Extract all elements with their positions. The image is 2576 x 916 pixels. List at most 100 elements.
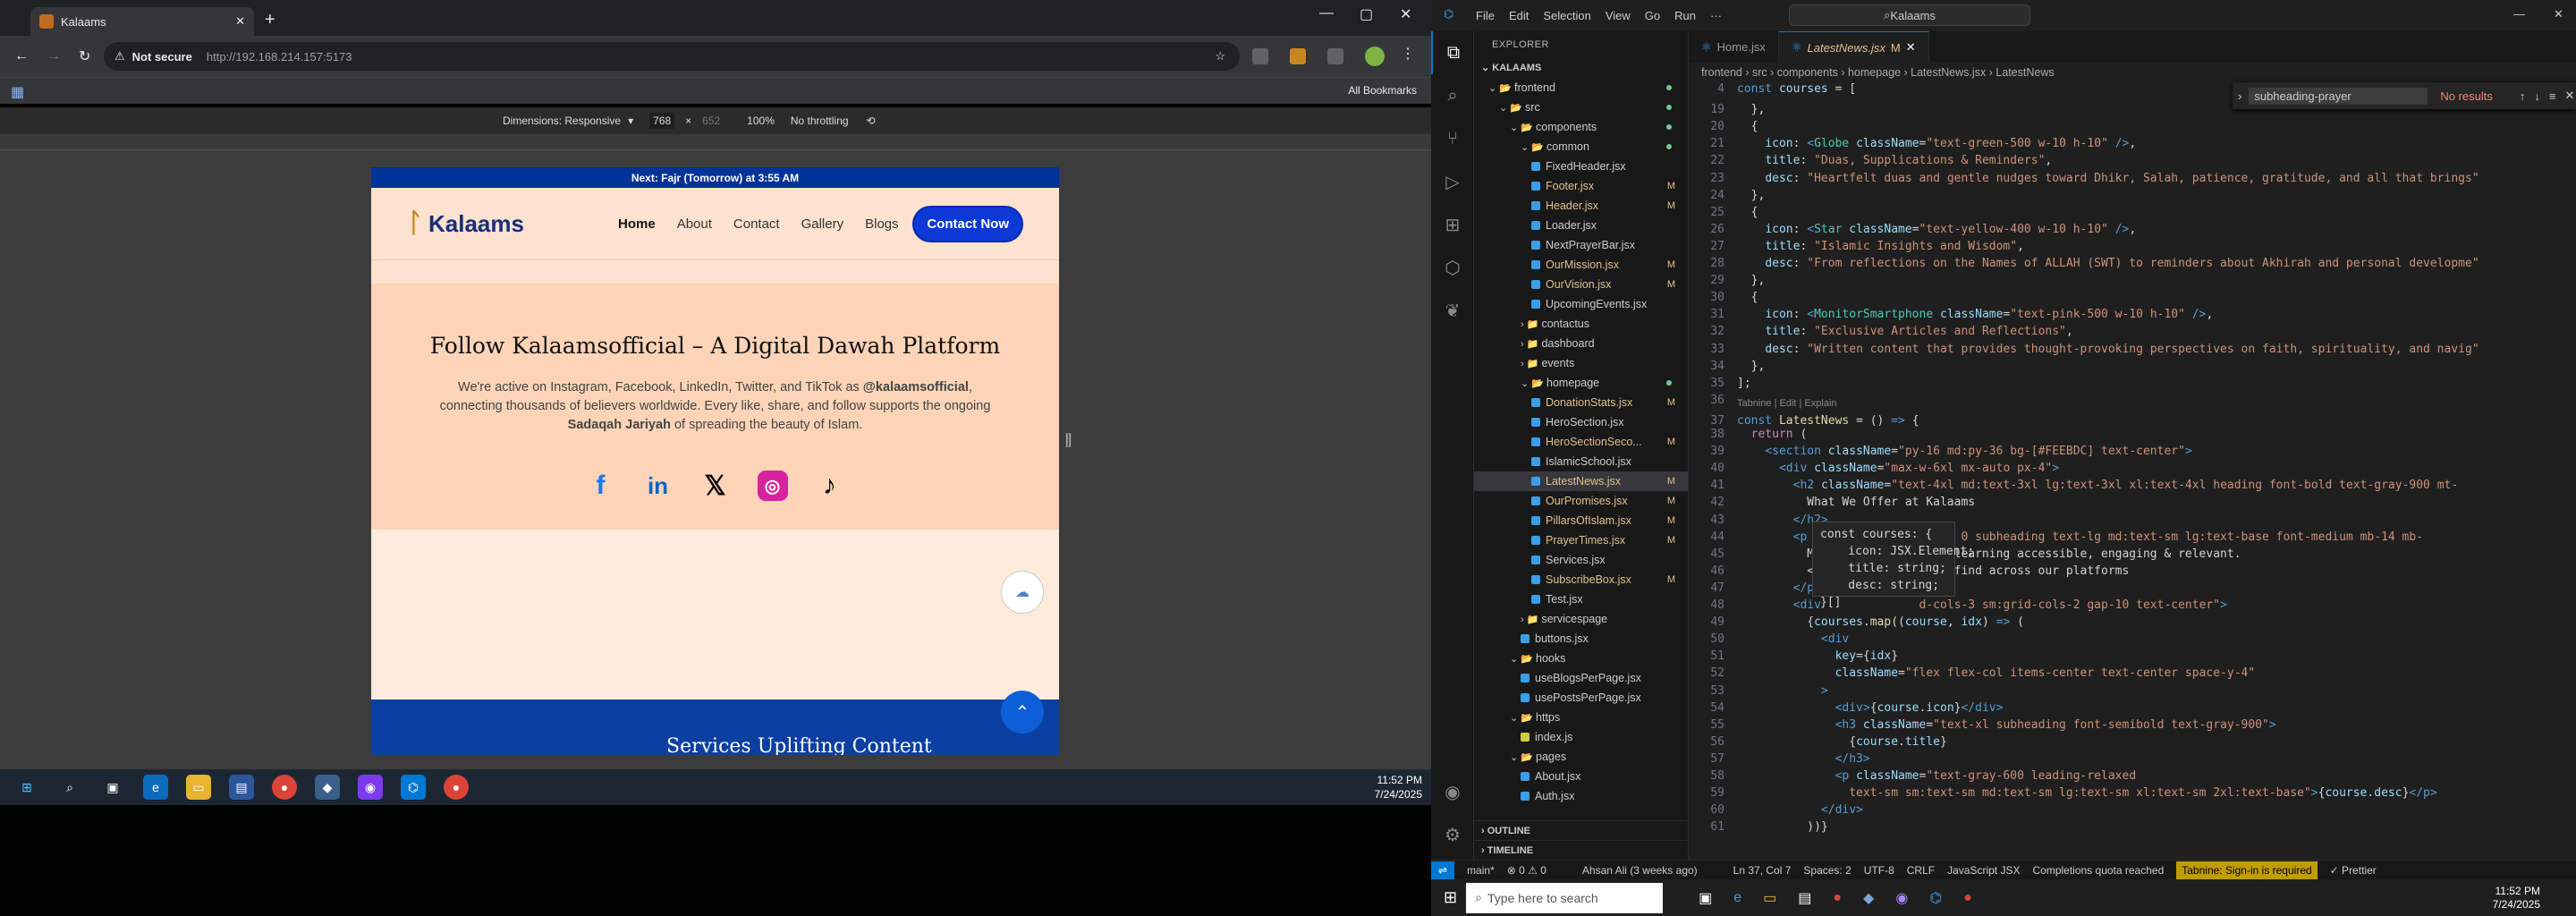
indentation[interactable]: Spaces: 2: [1803, 864, 1851, 877]
tree-item[interactable]: Footer.jsx M: [1474, 176, 1688, 196]
tree-item[interactable]: › 📁 contactus: [1474, 314, 1688, 334]
windows-start-icon[interactable]: ⊞: [14, 775, 39, 800]
menu-view[interactable]: View: [1606, 9, 1631, 22]
tree-item[interactable]: Header.jsx M: [1474, 196, 1688, 216]
tree-item[interactable]: SubscribeBox.jsx M: [1474, 570, 1688, 589]
tree-item[interactable]: Services.jsx: [1474, 550, 1688, 570]
expand-icon[interactable]: ›: [2238, 89, 2241, 103]
run-debug-icon[interactable]: ▷: [1431, 160, 1474, 203]
tree-item[interactable]: useBlogsPerPage.jsx: [1474, 668, 1688, 688]
close-tab-icon[interactable]: ✕: [235, 14, 245, 29]
linkedin-icon[interactable]: in: [643, 471, 674, 501]
task-view-icon[interactable]: ▣: [1699, 889, 1712, 907]
app-icon[interactable]: ◆: [1863, 889, 1874, 907]
tree-item[interactable]: ⌄ 📂 https: [1474, 708, 1688, 727]
breadcrumb[interactable]: frontend › src › components › homepage ›…: [1689, 63, 2576, 82]
close-tab-icon[interactable]: ✕: [1906, 40, 1916, 55]
outline-section[interactable]: › OUTLINE: [1474, 820, 1689, 840]
forward-icon[interactable]: →: [47, 48, 61, 64]
prettier-status[interactable]: ✓ Prettier: [2330, 864, 2377, 877]
extension-icon[interactable]: [1290, 48, 1306, 64]
eol[interactable]: CRLF: [1907, 864, 1935, 877]
nav-blogs[interactable]: Blogs: [865, 216, 899, 232]
minimize-icon[interactable]: —: [2513, 7, 2525, 21]
tree-item[interactable]: ⌄ 📂 pages: [1474, 747, 1688, 767]
tree-item[interactable]: OurVision.jsx M: [1474, 275, 1688, 294]
tree-item[interactable]: FixedHeader.jsx: [1474, 157, 1688, 176]
tree-item[interactable]: Auth.jsx: [1474, 786, 1688, 806]
taskbar-search[interactable]: ⌕ Type here to search: [1466, 882, 1664, 913]
remote-indicator-icon[interactable]: ⇌: [1431, 861, 1455, 879]
menu-run[interactable]: Run: [1674, 9, 1696, 22]
avatar[interactable]: [1365, 47, 1385, 66]
reload-icon[interactable]: ↻: [79, 47, 90, 65]
windows-start-icon[interactable]: ⊞: [1444, 888, 1457, 907]
tree-item[interactable]: DonationStats.jsx M: [1474, 393, 1688, 412]
extensions-icon[interactable]: ⊞: [1431, 203, 1474, 246]
tree-item[interactable]: ⌄ 📂 common: [1474, 137, 1688, 157]
problems-indicator[interactable]: ⊗ 0 ⚠ 0: [1507, 864, 1546, 877]
nav-gallery[interactable]: Gallery: [801, 216, 844, 232]
width-input[interactable]: 768: [649, 113, 675, 129]
store-icon[interactable]: ▤: [1798, 889, 1811, 907]
tree-item[interactable]: › 📁 dashboard: [1474, 334, 1688, 353]
tree-item[interactable]: buttons.jsx: [1474, 629, 1688, 649]
all-bookmarks[interactable]: All Bookmarks: [1348, 84, 1417, 97]
encoding[interactable]: UTF-8: [1864, 864, 1894, 877]
clock[interactable]: 11:52 PM 7/24/2025: [1375, 773, 1422, 802]
language-mode[interactable]: JavaScript JSX: [1947, 864, 2020, 877]
site-logo[interactable]: ᛚ Kalaams: [407, 208, 524, 239]
back-icon[interactable]: ←: [14, 48, 29, 64]
find-input[interactable]: subheading-prayer: [2249, 87, 2428, 105]
close-window-icon[interactable]: ✕: [1400, 5, 1411, 23]
chrome-icon[interactable]: ●: [272, 775, 297, 800]
git-blame[interactable]: Ahsan Ali (3 weeks ago): [1582, 864, 1698, 877]
extension-icon[interactable]: [1252, 48, 1268, 64]
store-icon[interactable]: ▤: [229, 775, 254, 800]
nav-home[interactable]: Home: [618, 216, 656, 232]
completions-quota[interactable]: Completions quota reached: [2032, 864, 2164, 877]
app-icon[interactable]: ◉: [1895, 889, 1908, 907]
tab-home[interactable]: ⚛ Home.jsx: [1689, 31, 1779, 63]
vscode-icon[interactable]: ⌬: [401, 775, 426, 800]
file-explorer-icon[interactable]: ▭: [1763, 889, 1776, 907]
app-icon[interactable]: ◉: [358, 775, 383, 800]
instagram-icon[interactable]: ◎: [757, 471, 788, 501]
gear-icon[interactable]: ⚙: [1431, 813, 1474, 856]
tree-item[interactable]: › 📁 servicespage: [1474, 609, 1688, 629]
chrome-icon[interactable]: ●: [1833, 890, 1842, 906]
tree-item[interactable]: ⌄ 📂 frontend: [1474, 78, 1688, 98]
clock[interactable]: 11:52 PM 7/24/2025: [2493, 885, 2540, 912]
throttle-select[interactable]: No throttling: [791, 114, 849, 127]
puzzle-icon[interactable]: [1327, 48, 1343, 64]
back-to-top-icon[interactable]: ⌃: [1001, 691, 1044, 734]
source-control-icon[interactable]: ⑂: [1431, 117, 1474, 160]
tab-latestnews[interactable]: ⚛ LatestNews.jsx M ✕: [1778, 31, 1929, 63]
cursor-position[interactable]: Ln 37, Col 7: [1733, 864, 1792, 877]
minimize-icon[interactable]: —: [1319, 5, 1334, 21]
app-icon[interactable]: ◆: [315, 775, 340, 800]
menu-file[interactable]: File: [1476, 9, 1495, 22]
bookmark-star-icon[interactable]: ☆: [1215, 49, 1225, 64]
account-icon[interactable]: ◉: [1431, 770, 1474, 813]
maximize-icon[interactable]: ▢: [1360, 5, 1373, 23]
tree-item[interactable]: Test.jsx: [1474, 589, 1688, 609]
height-input[interactable]: 652: [702, 114, 720, 127]
code-editor[interactable]: 4 const courses = [19 }, 20 {21 icon: <Glo…: [1689, 82, 2576, 861]
tree-item[interactable]: › 📁 events: [1474, 353, 1688, 373]
browser-tab[interactable]: Kalaams ✕: [30, 7, 254, 36]
tree-item[interactable]: ⌄ 📂 src: [1474, 98, 1688, 117]
nav-about[interactable]: About: [677, 216, 712, 232]
tree-item[interactable]: ⌄ 📂 homepage: [1474, 373, 1688, 393]
menu-selection[interactable]: Selection: [1543, 9, 1590, 22]
find-next-icon[interactable]: ↓: [2534, 89, 2540, 103]
tree-item[interactable]: index.js: [1474, 727, 1688, 747]
menu-icon[interactable]: ⋮: [1401, 45, 1415, 63]
resize-handle[interactable]: ‖: [1064, 429, 1073, 465]
x-twitter-icon[interactable]: 𝕏: [700, 471, 731, 501]
address-bar[interactable]: ⚠ Not secure http://192.168.214.157:5173…: [104, 42, 1240, 71]
apps-icon[interactable]: ▦: [11, 83, 24, 101]
close-icon[interactable]: ✕: [2564, 89, 2574, 103]
tree-item[interactable]: IslamicSchool.jsx: [1474, 452, 1688, 471]
facebook-icon[interactable]: f: [586, 471, 616, 501]
